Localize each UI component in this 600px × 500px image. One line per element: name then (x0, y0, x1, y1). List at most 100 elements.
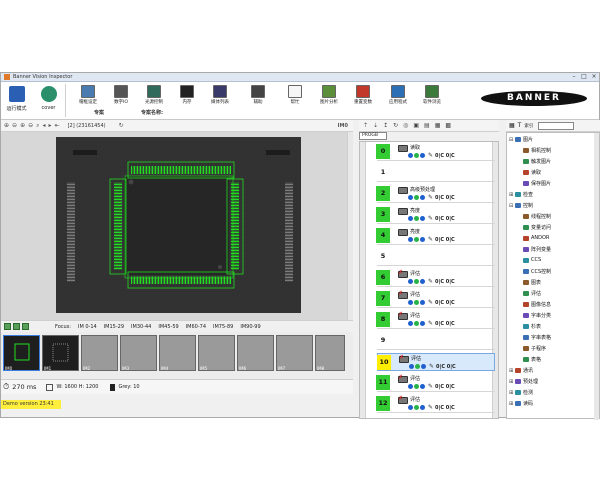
export-icon[interactable]: ▩ (445, 122, 451, 129)
tool-item[interactable]: 图像信息 (517, 301, 551, 308)
range-tab[interactable]: IM30-44 (131, 324, 151, 330)
edit-icon[interactable]: ✎ (428, 299, 433, 306)
program-step[interactable]: 7 ✗ 评估 ✎ 0|C 0|C (376, 290, 495, 308)
tool-item[interactable]: 保存图片 (517, 180, 551, 187)
program-step[interactable]: 12 ✗ 评估 ✎ 0|C 0|C (376, 395, 495, 413)
thumbnail[interactable]: IM1 (42, 335, 79, 371)
frame-settings-button[interactable]: 帽框设定 (71, 85, 105, 107)
program-step[interactable]: 3 亮度 ✎ 0|C 0|C (376, 206, 495, 224)
settings-dot-icon[interactable] (420, 321, 425, 326)
edit-icon[interactable]: ✎ (428, 194, 433, 201)
image-analysis-button[interactable]: 图片分析 (312, 85, 346, 107)
info-icon[interactable] (408, 153, 413, 158)
program-step[interactable]: 10 ✗ 评估 ✎ 0|C 0|C (377, 353, 495, 371)
info-icon[interactable] (408, 321, 413, 326)
program-step[interactable]: 6 ✗ 评估 ✎ 0|C 0|C (376, 269, 495, 287)
light-control-button[interactable]: 光源控制 (137, 85, 171, 107)
info-icon[interactable] (409, 364, 414, 369)
image-vertical-scrollbar[interactable] (347, 132, 353, 320)
film-grid-icon[interactable] (13, 323, 20, 330)
paste-icon[interactable]: ▤ (424, 122, 430, 129)
image-viewer[interactable] (1, 132, 353, 320)
range-tab[interactable]: IM 0-14 (78, 324, 97, 330)
thumbnail[interactable]: IM7 (276, 335, 313, 371)
thumbnail[interactable]: IM3 (120, 335, 157, 371)
maximize-button[interactable]: □ (579, 73, 589, 81)
range-tab[interactable]: IM75-89 (213, 324, 233, 330)
close-button[interactable]: × (589, 73, 599, 81)
tool-item[interactable]: 相机控制 (517, 147, 551, 154)
info-icon[interactable] (408, 384, 413, 389)
copy-icon[interactable]: ▣ (413, 122, 419, 129)
zoom-reset-icon[interactable]: ⊖ (28, 122, 33, 129)
settings-dot-icon[interactable] (420, 153, 425, 158)
thumbnail[interactable]: IM8 (315, 335, 345, 371)
tool-item[interactable]: 变量访问 (517, 224, 551, 231)
settings-dot-icon[interactable] (420, 279, 425, 284)
minimize-button[interactable]: – (569, 73, 579, 81)
insert-icon[interactable]: ↥ (383, 122, 388, 129)
tool-search-input[interactable] (538, 121, 575, 130)
edit-icon[interactable]: ✎ (429, 363, 434, 370)
program-step[interactable]: 0 读取 ✎ 0|C 0|C (376, 143, 495, 161)
first-image-icon[interactable]: ⇤ (55, 122, 60, 129)
info-icon[interactable] (408, 300, 413, 305)
settings-dot-icon[interactable] (420, 237, 425, 242)
edit-icon[interactable]: ✎ (428, 320, 433, 327)
tool-item[interactable]: 触发图片 (517, 158, 551, 165)
digital-io-button[interactable]: 数字IO (104, 85, 138, 107)
move-up-icon[interactable]: ⇡ (363, 122, 368, 129)
move-down-icon[interactable]: ⇣ (373, 122, 378, 129)
tool-category[interactable]: ⊞ 读码 (509, 400, 533, 408)
thumbnail[interactable]: IM4 (159, 335, 196, 371)
info-icon[interactable] (408, 237, 413, 242)
tool-category[interactable]: ⊞ 检查 (509, 191, 533, 199)
user-button[interactable]: cover (33, 82, 64, 119)
thumbnail[interactable]: IM2 (81, 335, 118, 371)
application-button[interactable]: 应用程式 (381, 85, 415, 107)
tool-item[interactable]: 线程控制 (517, 213, 551, 220)
program-step[interactable]: 11 ✗ 评估 ✎ 0|C 0|C (376, 374, 495, 392)
tool-category[interactable]: ⊞ 检测 (509, 389, 533, 397)
range-tab[interactable]: IM90-99 (240, 324, 260, 330)
info-icon[interactable] (408, 216, 413, 221)
program-step[interactable]: 5 (377, 248, 495, 266)
tool-item[interactable]: 评估 (517, 290, 541, 297)
edit-icon[interactable]: ✎ (428, 215, 433, 222)
range-tab[interactable]: IM45-59 (158, 324, 178, 330)
tool-item[interactable]: 读取 (517, 169, 541, 176)
zoom-in-icon[interactable]: ⊕ (4, 122, 9, 129)
settings-dot-icon[interactable] (420, 300, 425, 305)
settings-dot-icon[interactable] (421, 364, 426, 369)
tool-category[interactable]: ⊟ 图片 (509, 136, 533, 144)
stop-icon[interactable]: ◎ (403, 122, 408, 129)
tool-item[interactable]: CCS (517, 257, 541, 263)
next-image-icon[interactable]: ▸ (49, 122, 52, 129)
thumbnail[interactable]: IM5 (198, 335, 235, 371)
program-left-scrollbar[interactable] (360, 142, 366, 418)
settings-dot-icon[interactable] (420, 195, 425, 200)
tool-item[interactable]: 图表 (517, 279, 541, 286)
tool-item[interactable]: 字串分类 (517, 312, 551, 319)
text-icon[interactable]: T (518, 122, 522, 129)
tool-category[interactable]: ⊞ 预处理 (509, 378, 538, 386)
edit-icon[interactable]: ✎ (428, 383, 433, 390)
program-step[interactable]: 4 亮度 ✎ 0|C 0|C (376, 227, 495, 245)
refresh-icon[interactable]: ↻ (393, 122, 398, 129)
save-icon[interactable]: ▦ (435, 122, 441, 129)
settings-dot-icon[interactable] (420, 216, 425, 221)
settings-dot-icon[interactable] (420, 405, 425, 410)
program-step[interactable]: 8 ✗ 评估 ✎ 0|C 0|C (376, 311, 495, 329)
memory-button[interactable]: 内存 (170, 85, 204, 107)
range-tab[interactable]: IM15-29 (104, 324, 124, 330)
info-icon[interactable] (408, 405, 413, 410)
tool-item[interactable]: 子程序 (517, 345, 546, 352)
film-view-icon[interactable] (4, 323, 11, 330)
program-step[interactable]: 9 (377, 332, 495, 350)
program-step[interactable]: 1 (377, 164, 495, 182)
prev-image-icon[interactable]: ◂ (43, 122, 46, 129)
sync-icon[interactable]: ↻ (119, 122, 124, 129)
info-icon[interactable] (408, 279, 413, 284)
tool-item[interactable]: 字串表格 (517, 334, 551, 341)
tool-item[interactable]: 表格 (517, 356, 541, 363)
